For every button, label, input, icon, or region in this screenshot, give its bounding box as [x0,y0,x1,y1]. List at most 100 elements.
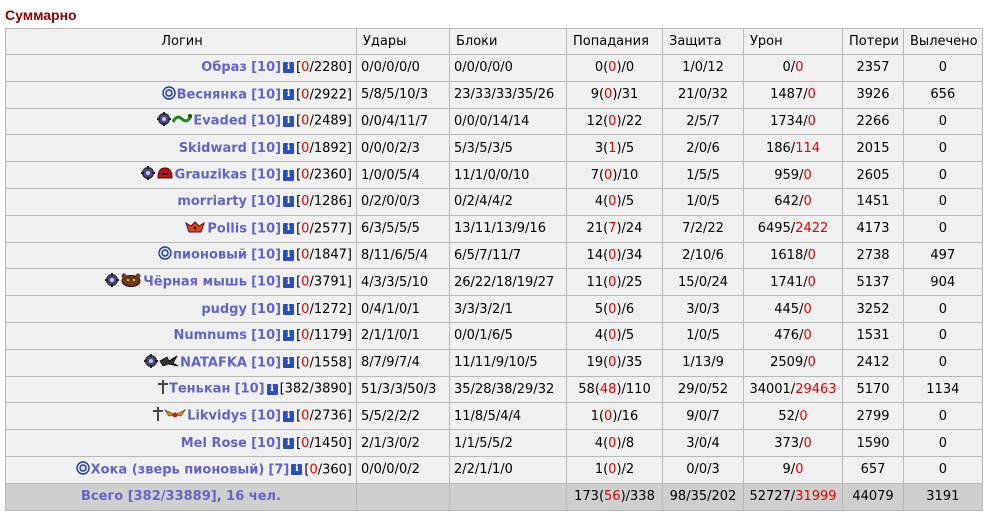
healed-cell: 0 [903,348,983,377]
player-level: [10] [251,60,282,76]
gear-icon [105,273,120,291]
info-icon[interactable]: i [266,383,278,395]
info-icon[interactable]: i [283,357,295,369]
info-icon[interactable]: i [283,223,295,235]
total-damage-cell: 52727/31999 [743,482,843,511]
player-name-link[interactable]: Pollis [207,221,247,236]
losses-cell: 1590 [841,429,905,457]
table-row: Тенькан [10] i [382/3890] 51/3/3/50/3 35/28/… [5,375,983,404]
losses-cell: 5170 [841,375,905,404]
info-icon[interactable]: i [283,169,295,181]
accuracy-cell: 1(0)/2 [566,455,663,484]
player-name-link[interactable]: Хока (зверь пионовый) [91,462,265,477]
player-name-link[interactable]: Grauzikas [175,168,247,183]
total-row: Всего [382/33889], 16 чел. 173(56)/338 98/… [5,482,983,511]
hp-max: /1286 [309,194,347,210]
player-name-link[interactable]: Evaded [193,114,247,129]
player-name-link[interactable]: Numnums [173,328,246,343]
info-icon[interactable]: i [291,464,303,476]
table-row: Grauzikas [10] i [0/2360] 1/0/0/5/4 11/1/0/0… [5,161,983,189]
player-level: [10] [234,381,265,397]
page-title: Суммарно [5,7,77,23]
healed-cell: 0 [903,187,983,216]
healed-cell: 497 [903,241,983,270]
login-cell: Grauzikas [10] i [0/2360] [5,161,357,189]
info-icon[interactable]: i [283,330,295,342]
damage-cell: 1741/0 [743,268,843,297]
blocks-cell: 0/0/1/6/5 [449,321,567,350]
hp-max: /2577 [309,221,347,237]
hp-max: /360 [317,462,347,478]
login-cell: morriarty [10] i [0/1286] [5,187,357,216]
losses-cell: 2357 [841,54,905,82]
info-icon[interactable]: i [283,249,295,261]
login-cell: Pollis [10] i [0/2577] [5,214,357,243]
player-name-link[interactable]: пионовый [173,248,247,263]
damage-cell: 1487/0 [743,80,843,109]
damage-cell: 445/0 [743,295,843,323]
player-name-link[interactable]: Likvidys [187,409,247,424]
player-level: [10] [251,247,282,263]
damage-cell: 1734/0 [743,107,843,136]
table-row: pudgy [10] i [0/1272] 0/4/1/0/1 3/3/3/2/1 5(0… [5,295,983,323]
hits-cell: 0/0/0/2/3 [356,134,450,163]
defense-cell: 1/0/5 [662,187,744,216]
defense-cell: 21/0/32 [662,80,744,109]
damage-cell: 1618/0 [743,241,843,270]
player-name-link[interactable]: Skidward [179,141,247,156]
losses-cell: 2015 [841,134,905,163]
table-row: morriarty [10] i [0/1286] 0/2/0/0/3 0/2/4/4/… [5,187,983,216]
table-row: Веснянка [10] i [0/2922] 5/8/5/10/3 23/33/33… [5,80,983,109]
healed-cell: 1134 [903,375,983,404]
info-icon[interactable]: i [283,276,295,288]
damage-cell: 2509/0 [743,348,843,377]
player-level: [10] [251,328,282,344]
blocks-cell: 23/33/33/35/26 [449,80,567,109]
info-icon[interactable]: i [283,196,295,208]
player-level: [10] [251,221,282,237]
accuracy-cell: 11(0)/25 [566,268,663,297]
total-healed-cell: 3191 [903,482,983,511]
damage-cell: 476/0 [743,321,843,350]
info-icon[interactable]: i [283,62,295,74]
player-name-link[interactable]: pudgy [201,302,247,317]
player-level: [10] [251,274,282,290]
hits-cell: 8/11/6/5/4 [356,241,450,270]
player-name-link[interactable]: Образ [201,60,247,75]
login-cell: Likvidys [10] i [0/2736] [5,402,357,431]
player-name-link[interactable]: Тенькан [169,382,230,397]
player-name-link[interactable]: NATAFKA [180,355,247,370]
table-row: Evaded [10] i [0/2489] 0/0/4/11/7 0/0/0/14/1… [5,107,983,136]
player-level: [10] [251,87,282,103]
total-defense-cell: 98/35/202 [662,482,744,511]
col-header-accuracy: Попадания [566,28,663,55]
login-cell: Evaded [10] i [0/2489] [5,107,357,136]
hits-cell: 0/0/4/11/7 [356,107,450,136]
col-header-losses: Потери [841,28,905,55]
login-cell: Mel Rose [10] i [0/1450] [5,429,357,457]
accuracy-cell: 7(0)/10 [566,161,663,189]
info-icon[interactable]: i [283,115,295,127]
hp-current: 0 [309,462,318,478]
player-name-link[interactable]: Чёрная мышь [143,275,247,290]
info-icon[interactable]: i [283,142,295,154]
info-icon[interactable]: i [283,89,295,101]
player-level: [10] [251,355,282,371]
healed-cell: 904 [903,268,983,297]
table-row: Mel Rose [10] i [0/1450] 2/1/3/0/2 1/1/5/5/2… [5,429,983,457]
defense-cell: 1/0/5 [662,321,744,350]
damage-cell: 0/0 [743,54,843,82]
player-level: [10] [251,408,282,424]
player-name-link[interactable]: morriarty [177,194,247,209]
player-name-link[interactable]: Веснянка [177,87,247,102]
bear-icon [120,273,142,291]
info-icon[interactable]: i [283,410,295,422]
losses-cell: 4173 [841,214,905,243]
info-icon[interactable]: i [283,303,295,315]
info-icon[interactable]: i [283,437,295,449]
hits-cell: 2/1/3/0/2 [356,429,450,457]
healed-cell: 0 [903,107,983,136]
player-name-link[interactable]: Mel Rose [181,436,247,451]
defense-cell: 1/0/12 [662,54,744,82]
col-header-healed: Вылечено [903,28,983,55]
